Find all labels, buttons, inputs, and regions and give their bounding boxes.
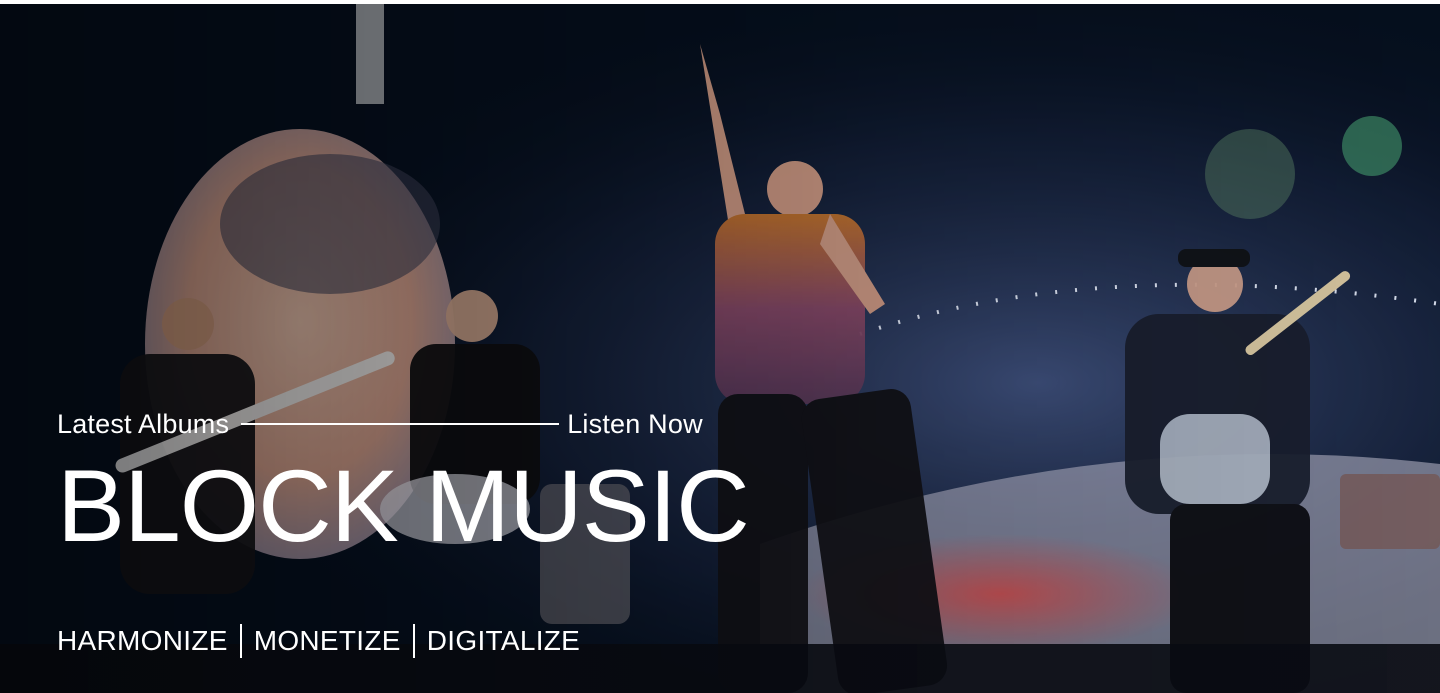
tagline-item-harmonize: HARMONIZE	[57, 625, 228, 657]
tagline-separator	[412, 624, 415, 659]
tagline-item-monetize: MONETIZE	[253, 625, 401, 657]
tagline-item-digitalize: DIGITALIZE	[426, 625, 581, 657]
hero-title: BLOCK MUSIC	[57, 449, 750, 563]
divider-line	[241, 423, 560, 425]
latest-albums-link[interactable]: Latest Albums	[57, 409, 229, 440]
tagline: HARMONIZE MONETIZE DIGITALIZE	[57, 624, 749, 659]
listen-now-link[interactable]: Listen Now	[567, 409, 703, 440]
hero-banner: Latest Albums Listen Now BLOCK MUSIC HAR…	[0, 4, 1440, 693]
tagline-separator	[239, 624, 242, 659]
eyebrow-row: Latest Albums Listen Now	[57, 404, 749, 444]
hero-content: Latest Albums Listen Now BLOCK MUSIC HAR…	[57, 404, 750, 659]
